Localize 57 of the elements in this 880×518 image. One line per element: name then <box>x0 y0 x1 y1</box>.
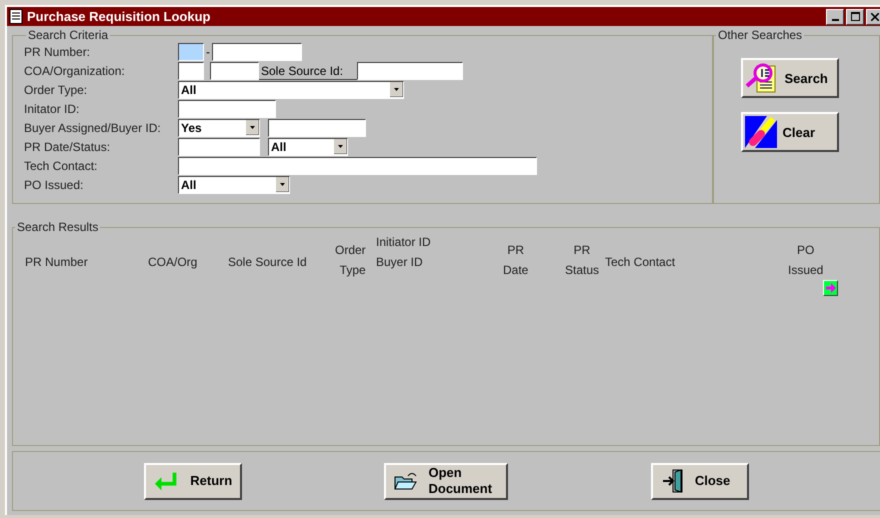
minimize-icon <box>832 19 838 21</box>
column-header: PR Number <box>25 254 88 271</box>
field-label: Tech Contact: <box>24 158 98 172</box>
clear-button[interactable]: Clear <box>740 112 838 152</box>
input-field[interactable] <box>178 42 204 60</box>
input-field[interactable] <box>357 62 463 80</box>
field-label: PR Date/Status: <box>24 140 112 154</box>
column-header: PO Issued <box>788 242 824 279</box>
folder-icon <box>394 471 418 491</box>
search-button[interactable]: Search <box>740 58 838 98</box>
dropdown-arrow-icon <box>276 177 289 192</box>
window-title: Purchase Requisition Lookup <box>27 9 210 24</box>
return-button[interactable]: Return <box>144 462 242 500</box>
dropdown-arrow-icon <box>390 82 403 97</box>
column-header: Tech Contact <box>605 254 676 271</box>
column-header: Order Type <box>335 242 366 279</box>
input-field[interactable] <box>268 118 366 136</box>
close-button[interactable] <box>866 8 880 24</box>
close-button[interactable]: Close <box>650 462 749 500</box>
arrow-button[interactable] <box>823 280 838 296</box>
close-icon <box>871 12 879 20</box>
column-header: Initiator ID Buyer ID <box>376 234 431 271</box>
column-header: Sole Source Id <box>228 254 307 271</box>
field-label: PR Number: <box>24 44 92 58</box>
dropdown-field[interactable]: All <box>178 80 404 98</box>
dropdown-field[interactable]: All <box>178 176 290 194</box>
field-label: Order Type: <box>24 82 88 96</box>
input-field[interactable] <box>178 156 537 174</box>
group-title: Other Searches <box>717 28 804 42</box>
maximize-button[interactable] <box>846 8 864 24</box>
maximize-icon <box>850 12 860 21</box>
input-field[interactable] <box>212 42 302 60</box>
field-label: Buyer Assigned/Buyer ID: <box>24 120 162 134</box>
magnifier-document-icon <box>744 62 778 94</box>
field-label: Initator ID: <box>24 102 80 116</box>
column-header: PR Date <box>503 242 528 279</box>
input-field[interactable] <box>178 62 204 80</box>
group-title: Search Results <box>16 220 100 234</box>
dropdown-arrow-icon <box>246 120 259 135</box>
separator-dash: - <box>205 44 211 58</box>
column-header: PR Status <box>565 242 600 279</box>
dropdown-arrow-icon <box>334 139 347 154</box>
dropdown-field[interactable]: Yes <box>178 118 260 136</box>
input-field[interactable] <box>178 100 276 118</box>
group-title: Search Criteria <box>27 28 110 42</box>
dropdown-field[interactable]: All <box>268 138 348 156</box>
column-header: COA/Org <box>148 254 198 271</box>
field-label: COA/Organization: <box>24 64 126 78</box>
eraser-icon <box>744 116 776 148</box>
input-field[interactable] <box>210 62 259 80</box>
document-icon <box>9 9 23 24</box>
minimize-button[interactable] <box>826 8 844 24</box>
input-field[interactable] <box>178 138 260 156</box>
open-document-button[interactable]: Open Document <box>384 462 508 500</box>
exit-door-icon <box>660 469 685 493</box>
arrow-right-icon <box>826 283 836 293</box>
field-label: PO Issued: <box>24 178 84 192</box>
